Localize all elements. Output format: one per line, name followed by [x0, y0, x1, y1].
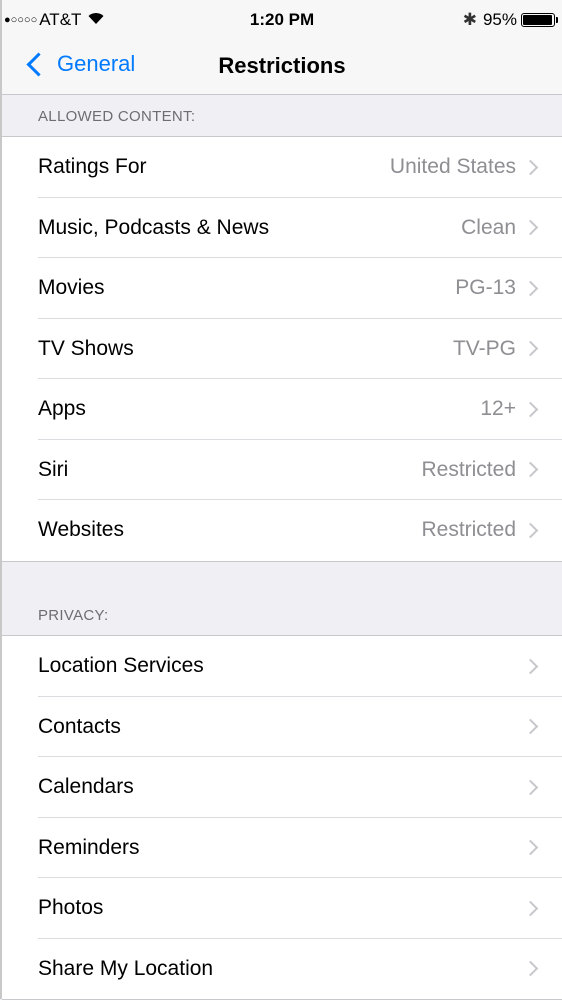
battery-tip [556, 17, 558, 23]
row-value: United States [389, 155, 516, 179]
settings-row-ratings-for[interactable]: Ratings For United States [2, 137, 562, 198]
settings-row-apps[interactable]: Apps 12+ [2, 379, 562, 440]
row-label: Photos [38, 896, 104, 920]
status-right: ✱ 95% [463, 10, 558, 30]
chevron-right-icon [522, 900, 539, 917]
row-label: Music, Podcasts & News [38, 215, 270, 239]
battery-fill [523, 15, 552, 25]
allowed-content-group: Ratings For United States Music, Podcasts … [2, 136, 562, 562]
page-title: Restrictions [218, 53, 346, 78]
chevron-right-icon [522, 960, 539, 977]
row-value: PG-13 [455, 276, 516, 300]
chevron-right-icon [522, 340, 539, 357]
settings-row-share-my-location[interactable]: Share My Location [2, 939, 562, 1000]
chevron-right-icon [522, 522, 539, 539]
row-label: Reminders [38, 835, 140, 859]
row-value: Restricted [421, 457, 516, 481]
privacy-group: Location Services Contacts Calendars Remind… [2, 635, 562, 1000]
row-label: Share My Location [38, 956, 214, 980]
battery-icon [521, 13, 555, 27]
battery-percent: 95% [482, 10, 517, 29]
settings-row-tv-shows[interactable]: TV Shows TV-PG [2, 319, 562, 380]
row-label: Siri [38, 457, 69, 481]
chevron-right-icon [522, 839, 539, 856]
settings-row-siri[interactable]: Siri Restricted [2, 440, 562, 501]
chevron-right-icon [522, 401, 539, 418]
chevron-right-icon [522, 159, 539, 176]
row-label: Contacts [38, 714, 121, 738]
row-label: Websites [38, 518, 124, 542]
row-label: Location Services [38, 654, 204, 678]
chevron-right-icon [522, 658, 539, 675]
row-value: TV-PG [452, 336, 516, 360]
row-value: Clean [461, 215, 516, 239]
row-label: Ratings For [38, 155, 147, 179]
settings-row-movies[interactable]: Movies PG-13 [2, 258, 562, 319]
navigation-bar: General Restrictions [2, 40, 562, 95]
chevron-right-icon [522, 779, 539, 796]
row-value: 12+ [480, 397, 516, 421]
chevron-right-icon [522, 718, 539, 735]
bluetooth-icon: ✱ [462, 10, 477, 29]
chevron-right-icon [522, 461, 539, 478]
row-label: Calendars [38, 775, 134, 799]
section-header-privacy: PRIVACY: [38, 607, 109, 624]
settings-row-reminders[interactable]: Reminders [2, 818, 562, 879]
settings-row-location-services[interactable]: Location Services [2, 636, 562, 697]
settings-row-websites[interactable]: Websites Restricted [2, 500, 562, 561]
row-label: TV Shows [38, 336, 134, 360]
row-label: Movies [38, 276, 105, 300]
settings-row-calendars[interactable]: Calendars [2, 757, 562, 818]
chevron-right-icon [522, 219, 539, 236]
row-value: Restricted [421, 518, 516, 542]
chevron-right-icon [522, 280, 539, 297]
row-label: Apps [38, 397, 86, 421]
settings-row-music-podcasts-news[interactable]: Music, Podcasts & News Clean [2, 198, 562, 259]
status-bar: ●○○○○ AT&T 1:20 PM ✱ 95% [2, 0, 562, 40]
settings-row-contacts[interactable]: Contacts [2, 697, 562, 758]
section-header-allowed-content: ALLOWED CONTENT: [38, 108, 196, 125]
settings-row-photos[interactable]: Photos [2, 878, 562, 939]
